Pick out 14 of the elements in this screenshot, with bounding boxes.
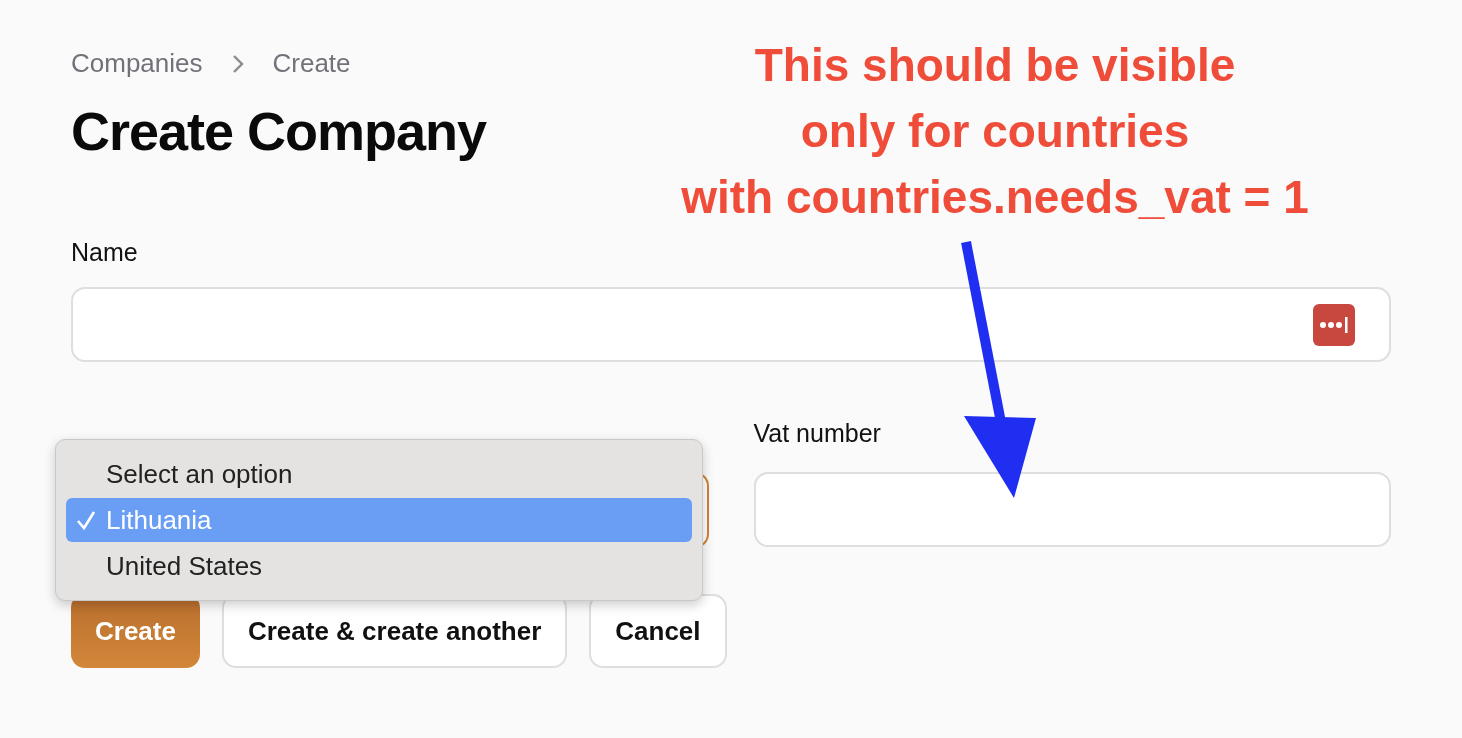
dropdown-option[interactable]: United States	[66, 544, 692, 588]
name-label: Name	[71, 237, 139, 267]
dropdown-option[interactable]: Select an option	[66, 452, 692, 496]
vat-number-field[interactable]	[753, 472, 1391, 547]
password-manager-icon[interactable]	[1313, 303, 1355, 346]
name-field[interactable]	[71, 287, 1391, 362]
checkmark-icon	[76, 509, 96, 531]
page-title: Create Company	[71, 100, 487, 163]
breadcrumb-link[interactable]: Companies	[71, 44, 203, 83]
chevron-right-icon	[230, 52, 245, 75]
annotation-text: This should be visible only for countries with countries.needs_vat = 1	[680, 38, 1310, 225]
vat-number-label: Vat number	[753, 418, 882, 448]
secondary-button[interactable]: Cancel	[589, 594, 727, 668]
breadcrumb-link[interactable]: Create	[272, 44, 351, 83]
